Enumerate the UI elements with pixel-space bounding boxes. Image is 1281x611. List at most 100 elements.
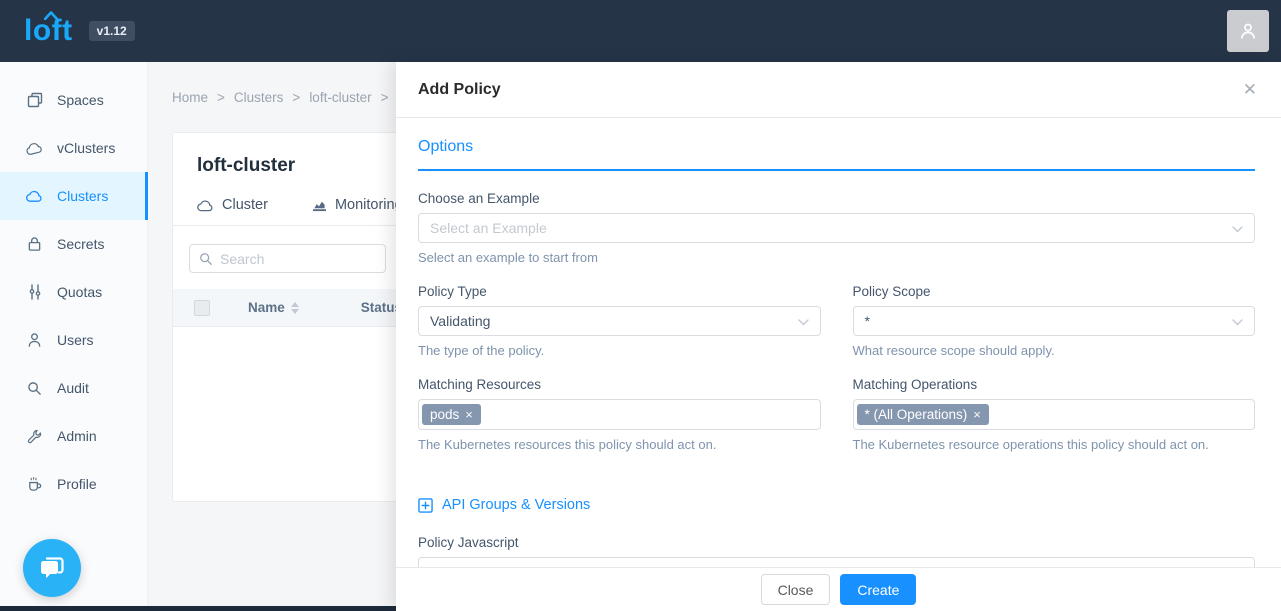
breadcrumb-separator: > [381,90,389,105]
policy-javascript-editor[interactable]: // Your javascript code here [418,557,1255,567]
search-icon [26,380,43,397]
breadcrumb-home[interactable]: Home [172,90,208,105]
sidebar-item-label: Admin [57,428,97,444]
sidebar-item-quotas[interactable]: Quotas [0,268,147,316]
user-icon [26,332,43,349]
field-hint: The Kubernetes resource operations this … [853,437,1256,452]
select-all-checkbox[interactable] [194,300,210,316]
search-icon [199,252,213,266]
close-icon[interactable]: ✕ [1243,81,1257,98]
sidebar-item-label: Secrets [57,236,104,252]
example-select[interactable]: Select an Example [418,213,1255,243]
field-label: Policy Scope [853,284,1256,299]
api-groups-expander[interactable]: API Groups & Versions [418,497,1255,513]
policy-type-field: Policy Type Validating The type of the p… [418,284,821,358]
drawer-header: Add Policy ✕ [396,62,1281,118]
matching-resources-field: Matching Resources pods × The Kubernetes… [418,377,821,452]
column-header-name[interactable]: Name [248,300,299,315]
chevron-down-icon [1232,313,1243,329]
create-button[interactable]: Create [840,574,916,605]
plus-square-icon [418,498,433,513]
sidebar-nav: Spaces vClusters Clusters Secrets Quotas… [0,62,148,607]
tab-label: Cluster [222,197,268,213]
chat-launcher-button[interactable] [23,539,81,597]
drawer-title: Add Policy [418,81,501,99]
tab-cluster[interactable]: Cluster [197,197,268,225]
tab-monitoring[interactable]: Monitoring [312,197,403,225]
matching-resources-input[interactable]: pods × [418,399,821,430]
field-label: Policy Javascript [418,535,1255,550]
select-value: Validating [430,313,490,329]
choose-example-field: Choose an Example Select an Example Sele… [418,191,1255,265]
user-avatar[interactable] [1227,10,1269,52]
wrench-icon [26,428,43,445]
sidebar-item-secrets[interactable]: Secrets [0,220,147,268]
sidebar-item-label: Audit [57,380,89,396]
chevron-down-icon [1232,220,1243,236]
sidebar-item-spaces[interactable]: Spaces [0,76,147,124]
breadcrumb-separator: > [217,90,225,105]
sidebar-item-label: Quotas [57,284,102,300]
lock-icon [26,236,43,253]
cloud-icon [26,188,43,205]
policy-scope-select[interactable]: * [853,306,1256,336]
sidebar-item-label: Profile [57,476,97,492]
sliders-icon [26,284,43,301]
chart-icon [312,199,327,212]
field-hint: The Kubernetes resources this policy sho… [418,437,821,452]
drawer-footer: Close Create [396,567,1281,611]
drawer-body: Options Choose an Example Select an Exam… [396,118,1281,567]
viewport-bottom-edge [0,606,396,611]
field-hint: Select an example to start from [418,250,1255,265]
select-placeholder: Select an Example [430,220,547,236]
cup-icon [26,476,43,493]
tag-label: * (All Operations) [865,408,968,422]
cloud-icon [197,199,214,212]
field-label: Matching Resources [418,377,821,392]
version-badge: v1.12 [89,21,135,41]
column-label: Name [248,300,285,315]
sidebar-item-admin[interactable]: Admin [0,412,147,460]
sidebar-item-audit[interactable]: Audit [0,364,147,412]
api-groups-label: API Groups & Versions [442,497,590,513]
sidebar-item-clusters[interactable]: Clusters [0,172,147,220]
field-label: Matching Operations [853,377,1256,392]
loft-logo[interactable]: loft [24,16,73,46]
spaces-icon [26,92,43,109]
policy-javascript-field: Policy Javascript // Your javascript cod… [418,535,1255,567]
tag-remove-icon[interactable]: × [973,408,981,421]
logo-text: loft [24,16,73,46]
tag-remove-icon[interactable]: × [465,408,473,421]
field-label: Policy Type [418,284,821,299]
sort-icon[interactable] [291,302,299,314]
policy-type-select[interactable]: Validating [418,306,821,336]
sidebar-item-label: Clusters [57,188,108,204]
chat-bubble-icon [38,555,66,582]
sidebar-item-label: Spaces [57,92,104,108]
options-section-title: Options [418,138,1255,171]
breadcrumb-clusters[interactable]: Clusters [234,90,284,105]
matching-operations-field: Matching Operations * (All Operations) ×… [853,377,1256,452]
sidebar-item-vclusters[interactable]: vClusters [0,124,147,172]
sidebar-item-label: vClusters [57,140,115,156]
breadcrumb-loft-cluster[interactable]: loft-cluster [309,90,371,105]
tag-label: pods [430,408,459,422]
tag-pods: pods × [422,404,481,426]
add-policy-drawer: Add Policy ✕ Options Choose an Example S… [396,62,1281,611]
matching-operations-input[interactable]: * (All Operations) × [853,399,1256,430]
sidebar-item-profile[interactable]: Profile [0,460,147,508]
logo-roof-icon [44,11,58,20]
close-button[interactable]: Close [761,574,831,605]
policy-scope-field: Policy Scope * What resource scope shoul… [853,284,1256,358]
chevron-down-icon [798,313,809,329]
vcluster-icon [26,140,43,157]
tag-all-operations: * (All Operations) × [857,404,989,426]
sidebar-item-users[interactable]: Users [0,316,147,364]
sidebar-item-label: Users [57,332,94,348]
field-hint: What resource scope should apply. [853,343,1256,358]
search-input[interactable] [220,251,360,267]
field-hint: The type of the policy. [418,343,821,358]
select-value: * [865,313,870,329]
tab-label: Monitoring [335,197,403,213]
search-box[interactable] [189,244,386,273]
